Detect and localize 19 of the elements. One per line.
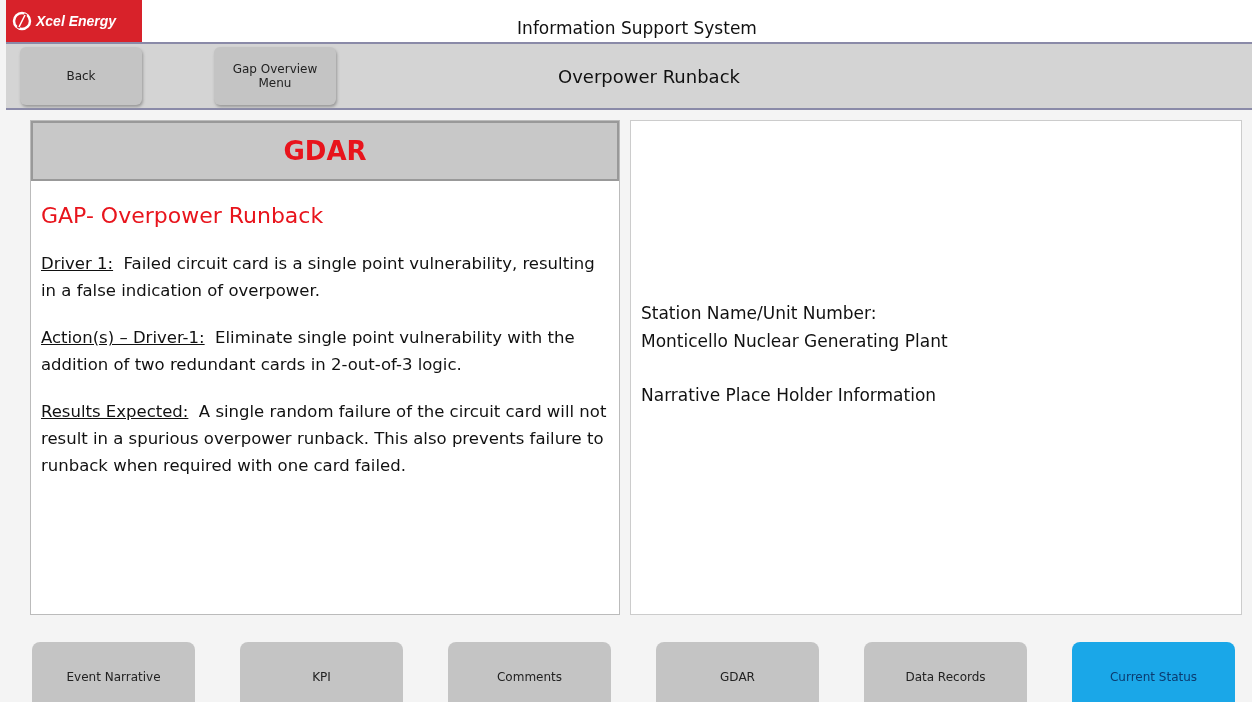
station-label: Station Name/Unit Number: <box>641 302 878 325</box>
station-name: Monticello Nuclear Generating Plant <box>641 330 949 353</box>
panel-heading: GDAR <box>31 121 619 181</box>
tab[interactable]: Data Records <box>864 642 1027 702</box>
paragraph: Action(s) – Driver-1: Eliminate single point vulnerability with the addition of two redundant cards in 2-out-of-3 logic. <box>41 327 576 376</box>
gap-title: GAP- Overpower Runback <box>41 203 325 228</box>
tab[interactable]: Event Narrative <box>32 642 195 702</box>
tab[interactable]: KPI <box>240 642 403 702</box>
tab[interactable]: GDAR <box>656 642 819 702</box>
page-title: Overpower Runback <box>557 65 741 87</box>
logo-text: Xcel Energy <box>36 13 117 29</box>
nav-button[interactable]: Gap Overview Menu <box>214 47 336 105</box>
tab[interactable]: Current Status <box>1072 642 1235 702</box>
tab[interactable]: Comments <box>448 642 611 702</box>
narrative-text: Narrative Place Holder Information <box>641 384 938 407</box>
paragraph: Results Expected: A single random failure of the circuit card will not result in a spurious overpower runback. This also prevents failure to runback when required with one card failed. <box>41 401 608 477</box>
paragraph: Driver 1: Failed circuit card is a single point vulnerability, resulting in a false indication of overpower. <box>41 253 596 302</box>
nav-button[interactable]: Back <box>20 47 142 105</box>
app-title: Information Support System <box>516 17 758 40</box>
